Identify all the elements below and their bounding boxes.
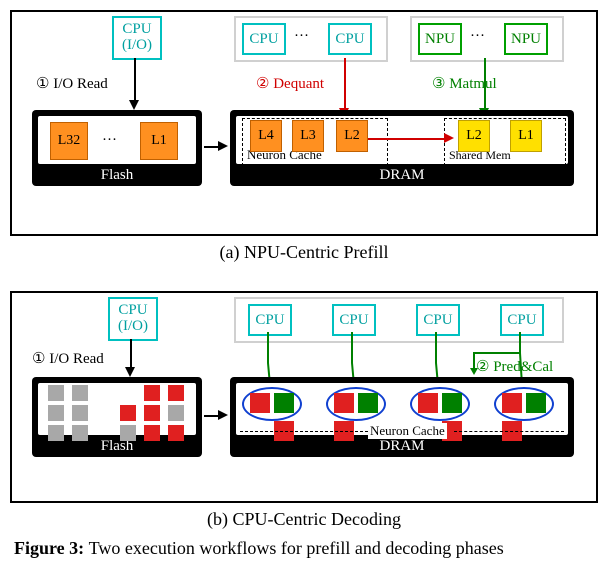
cpu-io-line2: (I/O) [122, 38, 152, 54]
arrow-nc2sm-head [444, 133, 454, 143]
fsq [144, 405, 160, 421]
dsq [502, 393, 522, 413]
arrow-dequant-line [344, 58, 346, 110]
npu-dots: ··· [470, 28, 485, 45]
dsq [418, 393, 438, 413]
sm-l1: L1 [510, 120, 542, 152]
panel-a-prefill: CPU (I/O) CPU ··· CPU NPU ··· NPU ① I/O … [10, 10, 598, 263]
fsq [120, 425, 136, 441]
cpu-box-1: CPU [242, 23, 286, 55]
caption-a: (a) NPU-Centric Prefill [10, 242, 598, 263]
cpu-dots: ··· [294, 28, 309, 45]
fsq [144, 425, 160, 441]
nc-dash-right [454, 431, 564, 432]
nc-l4: L4 [250, 120, 282, 152]
fsq [168, 425, 184, 441]
flash-layer-l1: L1 [140, 122, 178, 160]
nc-l2: L2 [336, 120, 368, 152]
arrow-f2d-head [218, 141, 228, 151]
cpu-io-box: CPU (I/O) [112, 16, 162, 60]
figure-rest: Two execution workflows for prefill and … [89, 538, 504, 558]
caption-b: (b) CPU-Centric Decoding [10, 509, 598, 530]
fsq [72, 425, 88, 441]
panel-b-decoding: CPU (I/O) CPU CPU CPU CPU ① I/O Read ② P… [10, 291, 598, 530]
sm-l2: L2 [458, 120, 490, 152]
fsq [72, 405, 88, 421]
step1-label: ① I/O Read [36, 74, 108, 93]
fsq [168, 405, 184, 421]
fsq [168, 385, 184, 401]
dsq [358, 393, 378, 413]
dsq [334, 393, 354, 413]
dsq [250, 393, 270, 413]
figure-prefix: Figure 3: [14, 538, 89, 558]
cpu-io-line1: CPU [122, 22, 151, 38]
flash-label: Flash [32, 167, 202, 184]
dram-label: DRAM [230, 167, 574, 184]
npu-box-1: NPU [418, 23, 462, 55]
npu-box-2: NPU [504, 23, 548, 55]
dsq [274, 393, 294, 413]
step2-label: ② Dequant [256, 74, 324, 93]
diagram-a: CPU (I/O) CPU ··· CPU NPU ··· NPU ① I/O … [10, 10, 598, 236]
arrow-io-head [129, 100, 139, 110]
flash-dots: ··· [102, 132, 117, 149]
diagram-b: CPU (I/O) CPU CPU CPU CPU ① I/O Read ② P… [10, 291, 598, 503]
arrow-f2d-b-head [218, 410, 228, 420]
fsq [72, 385, 88, 401]
cpu-box-2: CPU [328, 23, 372, 55]
step3-label: ③ Matmul [432, 74, 497, 93]
figure-caption: Figure 3: Two execution workflows for pr… [10, 538, 598, 559]
fsq [48, 385, 64, 401]
fsq [48, 425, 64, 441]
dsq [526, 393, 546, 413]
flash-layer-l32: L32 [50, 122, 88, 160]
nc-l3: L3 [292, 120, 324, 152]
fsq [120, 405, 136, 421]
neuron-cache-label-b: Neuron Cache [368, 423, 447, 439]
arrow-io-line [134, 58, 136, 102]
dsq [442, 393, 462, 413]
nc-dash-left [240, 431, 368, 432]
arrow-nc2sm-line [368, 138, 446, 140]
fsq [144, 385, 160, 401]
arrow-matmul-line [484, 58, 486, 110]
fsq [48, 405, 64, 421]
